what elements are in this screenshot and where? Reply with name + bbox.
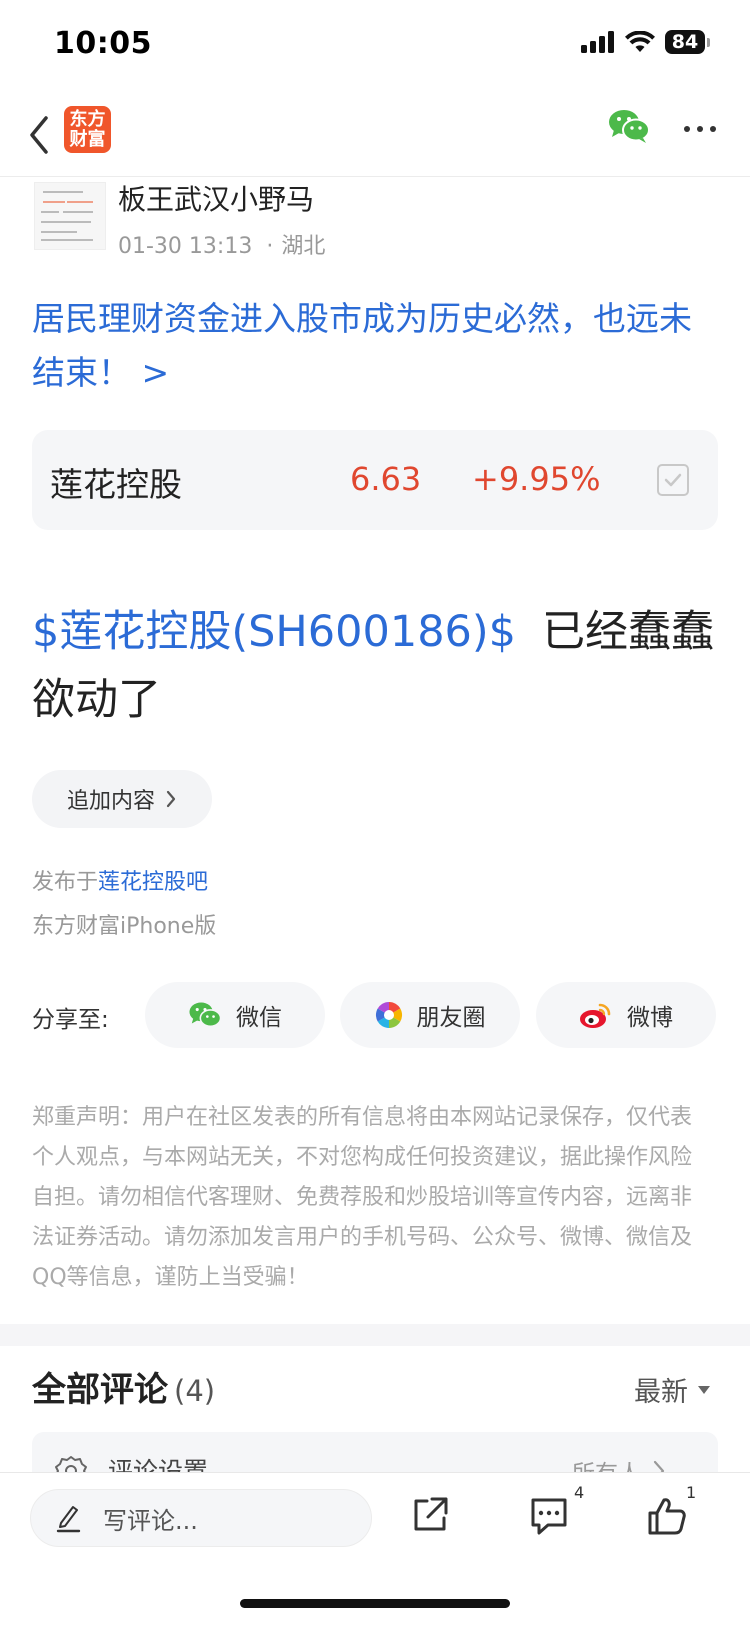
share-wechat-label: 微信	[236, 1005, 282, 1031]
meta-separator: ·	[266, 234, 274, 259]
status-icons: 84	[581, 30, 710, 54]
post-source: 东方财富iPhone版	[32, 914, 217, 939]
pencil-icon	[56, 1506, 81, 1533]
thumbs-up-icon[interactable]	[646, 1495, 688, 1537]
nav-bar: 东方 财富	[0, 100, 750, 177]
stock-price: 6.63	[350, 460, 422, 498]
section-divider	[0, 1324, 750, 1346]
bottom-action-bar: 写评论... 4 1	[0, 1472, 750, 1625]
stock-quote-card[interactable]: 莲花控股 6.63 +9.95%	[32, 430, 718, 530]
append-content-label: 追加内容	[66, 789, 155, 814]
sort-label: 最新	[634, 1377, 688, 1408]
disclaimer-text: 郑重声明：用户在社区发表的所有信息将由本网站记录保存，仅代表个人观点，与本网站无…	[32, 1105, 693, 1290]
post-body: $莲花控股(SH600186)$ 已经蠢蠢欲动了	[32, 598, 732, 734]
write-comment-input[interactable]: 写评论...	[30, 1489, 372, 1547]
stock-name: 莲花控股	[50, 465, 182, 504]
comment-icon[interactable]	[528, 1495, 570, 1537]
share-moments-label: 朋友圈	[416, 1005, 486, 1031]
battery-indicator: 84	[665, 30, 710, 54]
watchlist-checkbox[interactable]	[657, 464, 689, 496]
share-weibo-label: 微博	[627, 1005, 673, 1031]
comment-sort-dropdown[interactable]: 最新	[634, 1370, 710, 1409]
author-avatar[interactable]	[34, 182, 106, 250]
moments-icon	[375, 1001, 402, 1029]
share-moments-button[interactable]: 朋友圈	[340, 982, 520, 1048]
comments-count: (4)	[174, 1374, 216, 1408]
post-title-link[interactable]: 居民理财资金进入股市成为历史必然，也远未结束！ >	[32, 292, 724, 400]
wechat-share-icon[interactable]	[608, 108, 650, 144]
more-menu-icon[interactable]	[684, 126, 716, 132]
comments-title: 全部评论	[32, 1370, 168, 1410]
chevron-right-icon	[166, 790, 176, 808]
app-logo[interactable]: 东方 财富	[64, 106, 111, 153]
share-label: 分享至:	[32, 1007, 109, 1033]
share-wechat-button[interactable]: 微信	[145, 982, 325, 1048]
check-icon	[664, 473, 682, 487]
stock-change-percent: +9.95%	[472, 460, 601, 498]
append-content-button[interactable]: 追加内容	[32, 770, 212, 828]
battery-level: 84	[665, 30, 705, 54]
logo-text-bottom: 财富	[69, 128, 106, 150]
weibo-icon	[580, 1003, 611, 1028]
back-chevron-icon[interactable]	[24, 110, 54, 160]
logo-text-top: 东方	[69, 108, 106, 130]
comment-count-badge: 4	[574, 1483, 585, 1502]
post-location: 湖北	[281, 234, 326, 259]
wifi-icon	[625, 31, 655, 52]
home-indicator	[240, 1599, 510, 1608]
cellular-signal-icon	[581, 31, 614, 53]
post-meta: 01-30 13:13 · 湖北	[118, 228, 325, 260]
share-weibo-button[interactable]: 微博	[536, 982, 716, 1048]
published-prefix: 发布于	[32, 870, 99, 895]
share-icon[interactable]	[410, 1495, 450, 1535]
wechat-icon	[189, 1002, 222, 1028]
comments-header: 全部评论 (4)	[32, 1362, 215, 1411]
published-in: 发布于莲花控股吧	[32, 864, 208, 896]
status-time: 10:05	[54, 26, 152, 61]
post-date: 01-30 13:13	[118, 234, 253, 259]
stock-tag-link[interactable]: $莲花控股(SH600186)$	[32, 607, 516, 657]
forum-link[interactable]: 莲花控股吧	[98, 870, 208, 895]
author-name[interactable]: 板王武汉小野马	[118, 178, 314, 218]
caret-down-icon	[698, 1385, 710, 1394]
write-comment-placeholder: 写评论...	[103, 1506, 198, 1535]
like-count-badge: 1	[686, 1483, 697, 1502]
